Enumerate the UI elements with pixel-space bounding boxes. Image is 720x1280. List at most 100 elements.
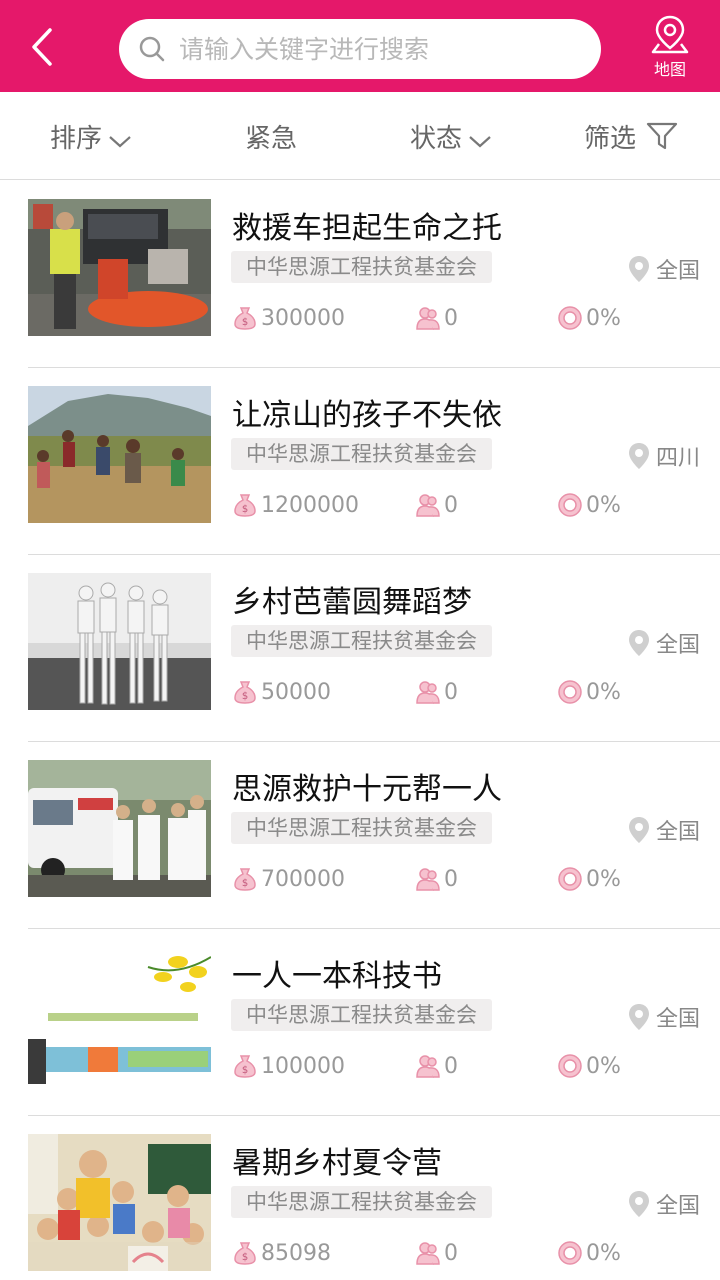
donor-count: 0 bbox=[415, 303, 458, 333]
location-pin-icon bbox=[628, 630, 649, 656]
target-amount: $ 100000 bbox=[232, 1051, 345, 1081]
project-photo bbox=[28, 386, 211, 523]
svg-text:$: $ bbox=[242, 691, 248, 702]
money-bag-icon: $ bbox=[234, 681, 256, 704]
people-icon bbox=[416, 868, 440, 891]
location-label: 全国 bbox=[655, 820, 700, 845]
back-button[interactable] bbox=[22, 22, 62, 72]
progress-value: 0% bbox=[586, 305, 621, 331]
progress: 0% bbox=[557, 1238, 621, 1268]
organization-tag: 中华思源工程扶贫基金会 bbox=[231, 999, 492, 1031]
target-amount: $ 700000 bbox=[232, 864, 345, 894]
money-bag-icon: $ bbox=[234, 1055, 256, 1078]
status-dropdown[interactable]: 状态 bbox=[410, 92, 492, 180]
donor-count: 0 bbox=[415, 490, 458, 520]
amount-value: 85098 bbox=[261, 1240, 331, 1266]
amount-value: 50000 bbox=[261, 679, 331, 705]
project-card[interactable]: 暑期乡村夏令营 中华思源工程扶贫基金会 全国 $ 85098 0 0% bbox=[0, 1116, 720, 1280]
svg-text:$: $ bbox=[242, 504, 248, 515]
progress-ring-icon bbox=[558, 1241, 582, 1265]
project-stats: $ 700000 0 0% bbox=[232, 864, 702, 894]
search-input[interactable] bbox=[179, 34, 579, 64]
chevron-down-icon bbox=[109, 136, 131, 148]
project-photo bbox=[28, 760, 211, 897]
location-pin-icon bbox=[628, 1004, 649, 1030]
project-card[interactable]: 思源救护十元帮一人 中华思源工程扶贫基金会 全国 $ 700000 0 0% bbox=[0, 742, 720, 929]
people-icon bbox=[416, 1055, 440, 1078]
progress: 0% bbox=[557, 677, 621, 707]
project-stats: $ 85098 0 0% bbox=[232, 1238, 702, 1268]
chevron-down-icon bbox=[469, 136, 491, 148]
location-label: 四川 bbox=[655, 446, 700, 471]
target-amount: $ 300000 bbox=[232, 303, 345, 333]
search-box[interactable] bbox=[119, 19, 601, 79]
progress-ring-icon bbox=[558, 306, 582, 330]
location-label: 全国 bbox=[655, 259, 700, 284]
donor-value: 0 bbox=[444, 492, 458, 518]
search-icon bbox=[139, 36, 165, 62]
money-bag-icon: $ bbox=[234, 868, 256, 891]
project-stats: $ 50000 0 0% bbox=[232, 677, 702, 707]
target-amount: $ 1200000 bbox=[232, 490, 359, 520]
location-pin-icon bbox=[628, 1191, 649, 1217]
status-label: 状态 bbox=[410, 123, 463, 154]
donor-value: 0 bbox=[444, 679, 458, 705]
sort-label: 排序 bbox=[50, 123, 103, 154]
location: 四川 bbox=[628, 440, 700, 472]
project-stats: $ 1200000 0 0% bbox=[232, 490, 702, 520]
target-amount: $ 50000 bbox=[232, 677, 331, 707]
project-title: 乡村芭蕾圆舞蹈梦 bbox=[232, 585, 472, 620]
project-title: 暑期乡村夏令营 bbox=[232, 1146, 442, 1181]
location: 全国 bbox=[628, 1188, 700, 1220]
project-title: 让凉山的孩子不失依 bbox=[232, 398, 502, 433]
project-card[interactable]: 救援车担起生命之托 中华思源工程扶贫基金会 全国 $ 300000 0 0% bbox=[0, 181, 720, 368]
people-icon bbox=[416, 307, 440, 330]
donor-count: 0 bbox=[415, 864, 458, 894]
money-bag-icon: $ bbox=[234, 307, 256, 330]
project-photo bbox=[28, 947, 211, 1084]
organization-tag: 中华思源工程扶贫基金会 bbox=[231, 1186, 492, 1218]
progress: 0% bbox=[557, 864, 621, 894]
amount-value: 300000 bbox=[261, 305, 345, 331]
map-button[interactable]: 地图 bbox=[640, 14, 700, 84]
location-pin-icon bbox=[628, 256, 649, 282]
organization-tag: 中华思源工程扶贫基金会 bbox=[231, 251, 492, 283]
organization-tag: 中华思源工程扶贫基金会 bbox=[231, 625, 492, 657]
project-card[interactable]: 乡村芭蕾圆舞蹈梦 中华思源工程扶贫基金会 全国 $ 50000 0 0% bbox=[0, 555, 720, 742]
location-label: 全国 bbox=[655, 1194, 700, 1219]
project-card[interactable]: 让凉山的孩子不失依 中华思源工程扶贫基金会 四川 $ 1200000 0 0% bbox=[0, 368, 720, 555]
organization-tag: 中华思源工程扶贫基金会 bbox=[231, 812, 492, 844]
donor-value: 0 bbox=[444, 305, 458, 331]
project-stats: $ 100000 0 0% bbox=[232, 1051, 702, 1081]
filter-bar: 排序 紧急 状态 筛选 bbox=[0, 92, 720, 180]
people-icon bbox=[416, 681, 440, 704]
donor-count: 0 bbox=[415, 677, 458, 707]
location: 全国 bbox=[628, 814, 700, 846]
amount-value: 100000 bbox=[261, 1053, 345, 1079]
donor-value: 0 bbox=[444, 1240, 458, 1266]
location: 全国 bbox=[628, 253, 700, 285]
progress-value: 0% bbox=[586, 492, 621, 518]
progress-ring-icon bbox=[558, 1054, 582, 1078]
money-bag-icon: $ bbox=[234, 1242, 256, 1265]
progress-value: 0% bbox=[586, 1053, 621, 1079]
donor-count: 0 bbox=[415, 1238, 458, 1268]
urgent-tab[interactable]: 紧急 bbox=[245, 92, 297, 180]
project-photo bbox=[28, 573, 211, 710]
filter-button[interactable]: 筛选 bbox=[584, 92, 678, 180]
filter-label: 筛选 bbox=[584, 123, 637, 154]
progress: 0% bbox=[557, 303, 621, 333]
project-card[interactable]: 一人一本科技书 中华思源工程扶贫基金会 全国 $ 100000 0 0% bbox=[0, 929, 720, 1116]
people-icon bbox=[416, 494, 440, 517]
organization-tag: 中华思源工程扶贫基金会 bbox=[231, 438, 492, 470]
sort-dropdown[interactable]: 排序 bbox=[50, 92, 132, 180]
progress: 0% bbox=[557, 490, 621, 520]
donor-value: 0 bbox=[444, 866, 458, 892]
top-bar: 地图 bbox=[0, 0, 720, 92]
progress-value: 0% bbox=[586, 1240, 621, 1266]
project-title: 救援车担起生命之托 bbox=[232, 211, 502, 246]
project-title: 一人一本科技书 bbox=[232, 959, 442, 994]
urgent-label: 紧急 bbox=[245, 123, 298, 154]
project-photo bbox=[28, 1134, 211, 1271]
project-photo bbox=[28, 199, 211, 336]
